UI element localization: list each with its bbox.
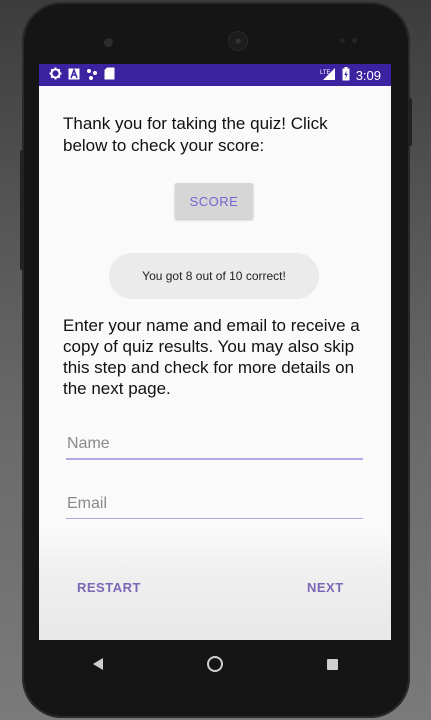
name-input[interactable] [66,430,363,460]
network-label: LTE [320,70,331,76]
screen: LTE 3:09 Thank you for taking the quiz! … [39,64,391,640]
home-button[interactable] [195,644,235,684]
volume-button [408,98,412,146]
recents-icon [326,658,338,670]
dots-icon [86,68,98,83]
quiz-results-content: Thank you for taking the quiz! Click bel… [39,86,391,640]
restart-button[interactable]: RESTART [73,574,145,601]
navigation-bar [39,640,391,688]
speaker-grille [229,32,247,50]
status-bar: LTE 3:09 [39,64,391,86]
proximity-sensor [340,38,345,43]
result-toast-text: You got 8 out of 10 correct! [142,269,286,283]
side-button-left [20,150,24,270]
info-text: Enter your name and email to receive a c… [63,316,360,398]
gear-icon [49,67,62,83]
home-icon [206,656,223,672]
a-icon [68,67,80,83]
email-input[interactable] [66,490,363,519]
recents-button[interactable] [312,644,352,684]
sd-card-icon [104,67,115,83]
back-icon [92,658,103,670]
next-button[interactable]: NEXT [303,574,348,601]
front-camera [104,38,113,47]
signal-icon: LTE [320,67,336,84]
battery-charging-icon [342,66,350,84]
result-toast: You got 8 out of 10 correct! [109,253,319,299]
intro-text: Thank you for taking the quiz! Click bel… [63,114,328,155]
back-button[interactable] [78,644,118,684]
clock: 3:09 [355,67,381,83]
score-button[interactable]: SCORE [175,183,253,219]
light-sensor [352,38,357,43]
